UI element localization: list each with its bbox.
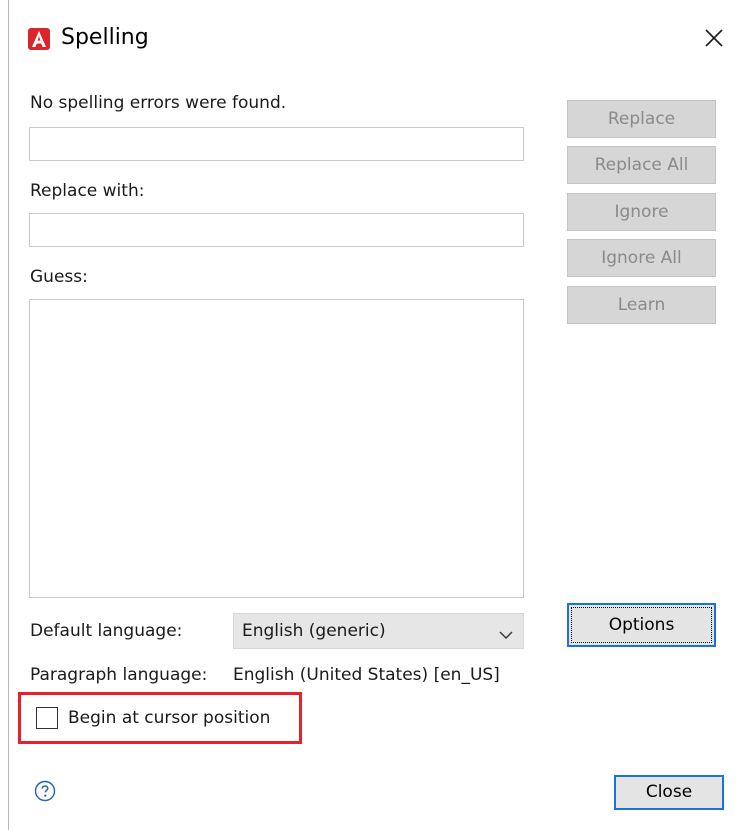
- default-language-label: Default language:: [30, 621, 183, 641]
- begin-at-cursor-checkbox[interactable]: [36, 707, 58, 729]
- guess-list[interactable]: [29, 299, 524, 598]
- replace-with-field[interactable]: [29, 213, 524, 247]
- acrobat-a-icon: [28, 28, 50, 50]
- ignore-all-button[interactable]: Ignore All: [567, 239, 716, 277]
- begin-at-cursor-label[interactable]: Begin at cursor position: [68, 708, 270, 728]
- options-button[interactable]: Options: [567, 603, 716, 647]
- default-language-select[interactable]: English (generic): [233, 613, 524, 649]
- ignore-button[interactable]: Ignore: [567, 193, 716, 231]
- replace-all-button[interactable]: Replace All: [567, 146, 716, 184]
- close-icon[interactable]: [702, 26, 726, 50]
- default-language-value: English (generic): [242, 621, 386, 641]
- title-bar: Spelling: [0, 0, 742, 78]
- paragraph-language-value: English (United States) [en_US]: [233, 665, 500, 685]
- replace-with-label: Replace with:: [30, 181, 145, 201]
- window-title: Spelling: [61, 25, 149, 50]
- not-in-dictionary-field[interactable]: [29, 127, 524, 161]
- learn-button[interactable]: Learn: [567, 286, 716, 324]
- paragraph-language-label: Paragraph language:: [30, 665, 208, 685]
- replace-button[interactable]: Replace: [567, 100, 716, 138]
- chevron-down-icon: [499, 626, 513, 639]
- close-button[interactable]: Close: [614, 775, 724, 810]
- dialog-left-edge: [8, 0, 9, 830]
- status-message: No spelling errors were found.: [30, 93, 287, 113]
- guess-label: Guess:: [30, 267, 88, 287]
- options-label: Options: [608, 615, 675, 635]
- spelling-dialog: Spelling No spelling errors were found. …: [0, 0, 742, 830]
- help-icon[interactable]: [34, 780, 56, 802]
